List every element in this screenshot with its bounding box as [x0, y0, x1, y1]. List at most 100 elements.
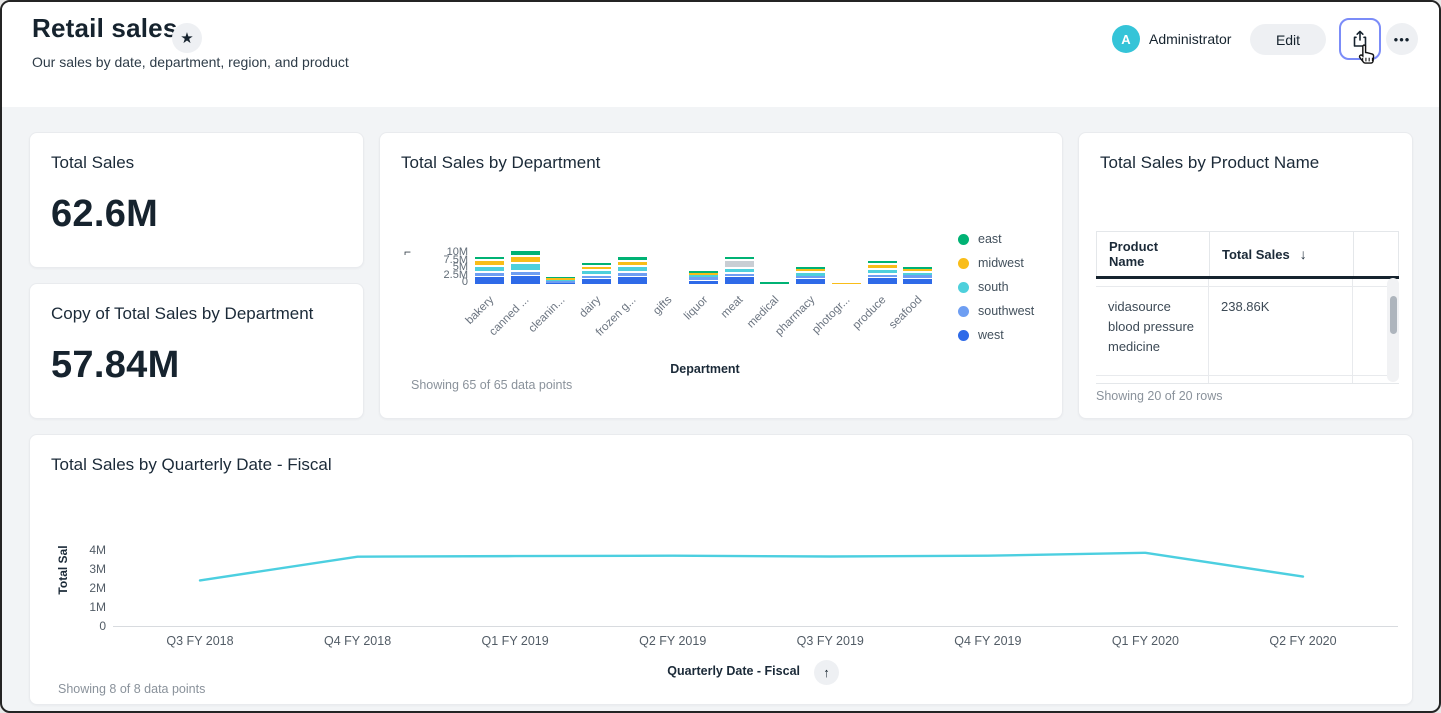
x-axis-title: Quarterly Date - Fiscal — [625, 664, 800, 678]
x-tick-gifts: gifts — [606, 294, 674, 362]
bar-segment-liquor-east[interactable] — [689, 271, 718, 273]
share-button[interactable] — [1339, 18, 1381, 60]
legend-item-east[interactable]: east — [958, 229, 1002, 249]
sort-ascending-button[interactable]: ↑ — [814, 660, 839, 685]
data-points-note: Showing 8 of 8 data points — [58, 682, 205, 696]
column-header-label: Total Sales — [1222, 247, 1290, 262]
bar-segment-pharmacy-east[interactable] — [796, 267, 825, 269]
bar-segment-bakery-midwest[interactable] — [475, 260, 504, 265]
bar-segment-liquor-midwest[interactable] — [689, 273, 718, 275]
legend-dot-southwest — [958, 306, 969, 317]
bar-segment-dairy-midwest[interactable] — [582, 266, 611, 269]
bar-segment-canned ...-midwest[interactable] — [511, 256, 540, 262]
bar-segment-frozen g...-southwest[interactable] — [618, 272, 647, 276]
x-tick-q2-fy-2019: Q2 FY 2019 — [618, 634, 728, 648]
bar-segment-pharmacy-southwest[interactable] — [796, 276, 825, 279]
bar-segment-bakery-south[interactable] — [475, 266, 504, 271]
bar-segment-frozen g...-east[interactable] — [618, 256, 647, 260]
bar-segment-produce-southwest[interactable] — [868, 274, 897, 277]
favorite-star-icon[interactable]: ★ — [172, 23, 202, 53]
bar-segment-produce-east[interactable] — [868, 260, 897, 263]
bar-segment-frozen g...-midwest[interactable] — [618, 261, 647, 265]
chart-card-department: Total Sales by Department ⌐ 10M7.5M5M2.5… — [379, 132, 1063, 419]
bar-segment-frozen g...-west[interactable] — [618, 277, 647, 284]
edit-button[interactable]: Edit — [1250, 24, 1326, 55]
dashboard-window: Retail sales ★ Our sales by date, depart… — [0, 0, 1441, 713]
bar-segment-meat-southwest[interactable] — [725, 273, 754, 277]
chart-card-quarterly: Total Sales by Quarterly Date - Fiscal T… — [29, 434, 1413, 705]
bar-segment-canned ...-west[interactable] — [511, 276, 540, 284]
bar-segment-liquor-southwest[interactable] — [689, 277, 718, 279]
sort-descending-icon[interactable]: ↓ — [1300, 246, 1307, 262]
bar-segment-meat-east[interactable] — [725, 257, 754, 259]
more-options-button[interactable]: ••• — [1386, 23, 1418, 55]
table-card-product: Total Sales by Product Name Product Name… — [1078, 132, 1413, 419]
x-tick-q4-fy-2019: Q4 FY 2019 — [933, 634, 1043, 648]
x-tick-q3-fy-2019: Q3 FY 2019 — [775, 634, 885, 648]
bar-segment-pharmacy-south[interactable] — [796, 272, 825, 275]
column-header-empty — [1354, 232, 1398, 276]
x-tick-canned: canned ... — [464, 294, 532, 362]
bar-segment-bakery-southwest[interactable] — [475, 272, 504, 276]
bar-segment-seafood-east[interactable] — [903, 267, 932, 269]
bar-segment-canned ...-southwest[interactable] — [511, 271, 540, 276]
table-row[interactable]: vidasource blood pressure medicine 238.8… — [1096, 287, 1399, 376]
bar-segment-dairy-southwest[interactable] — [582, 275, 611, 278]
legend-item-south[interactable]: south — [958, 277, 1009, 297]
table-scrollbar[interactable] — [1387, 278, 1399, 382]
bar-segment-frozen g...-south[interactable] — [618, 266, 647, 271]
bar-segment-cleanin...-east[interactable] — [546, 277, 575, 279]
bar-segment-canned ...-east[interactable] — [511, 250, 540, 255]
product-table: Product Name Total Sales ↓ vidasource bl… — [1096, 231, 1399, 384]
bar-segment-bakery-east[interactable] — [475, 256, 504, 260]
share-icon — [1350, 29, 1370, 49]
x-tick-bakery: bakery — [428, 294, 496, 362]
user-name: Administrator — [1149, 31, 1231, 47]
bar-segment-bakery-west[interactable] — [475, 277, 504, 284]
bar-segment-dairy-east[interactable] — [582, 263, 611, 265]
bar-segment-canned ...-south[interactable] — [511, 263, 540, 270]
bar-segment-cleanin...-southwest[interactable] — [546, 281, 575, 283]
legend-item-west[interactable]: west — [958, 325, 1004, 345]
cell-total-sales: 238.86K — [1209, 287, 1353, 375]
bar-segment-meat-west[interactable] — [725, 277, 754, 284]
avatar[interactable]: A — [1112, 25, 1140, 53]
legend-label: east — [978, 232, 1002, 246]
rows-note: Showing 20 of 20 rows — [1096, 389, 1222, 403]
bar-segment-meat-(null)[interactable] — [725, 260, 754, 267]
total-sales-line[interactable] — [200, 553, 1303, 581]
bar-segment-seafood-midwest[interactable] — [903, 269, 932, 271]
header-bar: Retail sales ★ Our sales by date, depart… — [2, 2, 1439, 107]
bar-segment-cleanin...-south[interactable] — [546, 280, 575, 282]
x-axis-title: Department — [635, 362, 775, 376]
bar-segment-liquor-south[interactable] — [689, 275, 718, 278]
x-tick-frozeng: frozen g... — [571, 294, 639, 362]
bar-segment-dairy-south[interactable] — [582, 270, 611, 274]
bar-segment-meat-south[interactable] — [725, 268, 754, 272]
x-tick-meat: meat — [678, 294, 746, 362]
bar-segment-produce-south[interactable] — [868, 269, 897, 273]
legend-item-southwest[interactable]: southwest — [958, 301, 1034, 321]
table-title: Total Sales by Product Name — [1100, 153, 1319, 173]
page-subtitle: Our sales by date, department, region, a… — [32, 54, 349, 70]
column-header-total-sales[interactable]: Total Sales ↓ — [1210, 232, 1354, 276]
legend-dot-south — [958, 282, 969, 293]
bar-segment-seafood-south[interactable] — [903, 272, 932, 275]
x-tick-q2-fy-2020: Q2 FY 2020 — [1248, 634, 1358, 648]
kpi-title: Total Sales — [51, 153, 134, 173]
legend-item-midwest[interactable]: midwest — [958, 253, 1024, 273]
kpi-card-total-sales: Total Sales 62.6M — [29, 132, 364, 268]
table-scrollbar-thumb[interactable] — [1390, 296, 1397, 334]
bar-segment-produce-midwest[interactable] — [868, 264, 897, 268]
legend-label: west — [978, 328, 1004, 342]
bar-segment-pharmacy-midwest[interactable] — [796, 269, 825, 272]
table-row-sliver — [1096, 376, 1399, 384]
x-tick-produce: produce — [821, 294, 889, 362]
legend-dot-west — [958, 330, 969, 341]
bar-segment-cleanin...-midwest[interactable] — [546, 278, 575, 280]
x-tick-q4-fy-2018: Q4 FY 2018 — [303, 634, 413, 648]
bar-segment-seafood-southwest[interactable] — [903, 275, 932, 278]
column-header-product-name[interactable]: Product Name — [1097, 232, 1210, 276]
legend-dot-east — [958, 234, 969, 245]
x-tick-dairy: dairy — [535, 294, 603, 362]
